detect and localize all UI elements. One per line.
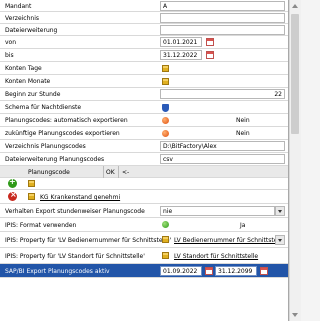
row-konten-monate: Konten Monate xyxy=(0,75,288,88)
cube-icon[interactable] xyxy=(28,193,35,200)
label-verhalten-export: Verhalten Export stundenweiser Planungsc… xyxy=(5,208,145,215)
label-verzeichnis: Verzeichnis xyxy=(5,15,40,22)
label-beginn-stunde: Beginn zur Stunde xyxy=(5,91,61,98)
row-konten-tage: Konten Tage xyxy=(0,62,288,75)
label-dateierweiterung-planungscodes: Dateierweiterung Planungscodes xyxy=(5,156,105,163)
shield-icon[interactable] xyxy=(162,104,169,112)
cube-icon[interactable] xyxy=(162,252,169,259)
add-icon[interactable] xyxy=(8,177,17,188)
row-dateierweiterung-planungscodes: Dateierweiterung Planungscodes csv xyxy=(0,153,288,166)
bis-date-input[interactable]: 31.12.2022 xyxy=(160,50,202,60)
label-bis: bis xyxy=(5,52,14,59)
ipis-bediener-link[interactable]: LV Bedienernummer für Schnittstelle xyxy=(174,237,284,244)
row-dateierweiterung: Dateierweiterung xyxy=(0,24,288,36)
row-mandant: Mandant A xyxy=(0,0,288,12)
label-verzeichnis-planungscodes: Verzeichnis Planungscodes xyxy=(5,143,86,150)
row-von: von 01.01.2021 xyxy=(0,36,288,49)
cube-icon[interactable] xyxy=(162,65,169,72)
row-verhalten-export: Verhalten Export stundenweiser Planungsc… xyxy=(0,204,288,218)
subgrid-add-row xyxy=(0,177,288,190)
row-sap-export[interactable]: SAP/BI Export Planungscodes aktiv 01.09.… xyxy=(0,264,288,278)
vertical-scrollbar[interactable] xyxy=(289,0,301,321)
ipis-standort-link[interactable]: LV Standort für Schnittstelle xyxy=(174,253,258,260)
label-konten-tage: Konten Tage xyxy=(5,65,42,72)
label-ipis-format: IPIS: Format verwenden xyxy=(5,222,77,229)
planungscode-link[interactable]: KG Krankenstand genehmi xyxy=(40,194,120,201)
cube-icon[interactable] xyxy=(28,180,35,187)
cube-icon[interactable] xyxy=(162,236,169,243)
row-planungscodes-auto: Planungscodes: automatisch exportieren N… xyxy=(0,114,288,127)
label-zukuenftige: zukünftige Planungscodes exportieren xyxy=(5,130,120,137)
col-planungscode[interactable]: Planungscode xyxy=(28,169,70,176)
sap-to-date-input[interactable]: 31.12.2099 xyxy=(215,266,257,276)
delete-icon[interactable] xyxy=(8,190,17,201)
col-arrow[interactable]: <- xyxy=(122,169,129,176)
von-date-input[interactable]: 01.01.2021 xyxy=(160,37,202,47)
sap-from-date-input[interactable]: 01.09.2022 xyxy=(160,266,202,276)
row-ipis-bediener: IPIS: Property für 'LV Bedienernummer fü… xyxy=(0,232,288,248)
row-verzeichnis: Verzeichnis xyxy=(0,12,288,24)
scroll-thumb[interactable] xyxy=(291,14,299,134)
label-ipis-standort: IPIS: Property für 'LV Standort für Schn… xyxy=(5,253,145,260)
row-bis: bis 31.12.2022 xyxy=(0,49,288,62)
label-ipis-bediener: IPIS: Property für 'LV Bedienernummer fü… xyxy=(5,237,172,244)
label-von: von xyxy=(5,39,17,46)
row-ipis-standort: IPIS: Property für 'LV Standort für Schn… xyxy=(0,248,288,264)
subgrid-entry-row: KG Krankenstand genehmi xyxy=(0,190,288,204)
calendar-icon[interactable] xyxy=(205,267,213,275)
label-mandant: Mandant xyxy=(5,3,32,10)
calendar-icon[interactable] xyxy=(260,267,268,275)
value-ipis-format: Ja xyxy=(240,222,246,229)
scroll-down-icon[interactable] xyxy=(292,313,298,317)
calendar-icon[interactable] xyxy=(206,38,214,46)
dateierweiterung-planungscodes-input[interactable]: csv xyxy=(160,154,285,164)
status-dot-icon[interactable] xyxy=(162,221,169,228)
column-divider xyxy=(103,166,104,178)
column-divider xyxy=(118,166,119,178)
properties-grid: Mandant A Verzeichnis Dateierweiterung v… xyxy=(0,0,289,321)
dateierweiterung-input[interactable] xyxy=(160,25,285,35)
cube-icon[interactable] xyxy=(162,78,169,85)
chevron-down-icon[interactable] xyxy=(275,206,285,216)
status-dot-icon[interactable] xyxy=(162,130,169,137)
verzeichnis-input[interactable] xyxy=(160,13,285,23)
grid-empty-area xyxy=(0,278,288,321)
chevron-down-icon[interactable] xyxy=(275,235,285,245)
label-planungscodes-auto: Planungscodes: automatisch exportieren xyxy=(5,117,128,124)
calendar-icon[interactable] xyxy=(206,51,214,59)
mandant-input[interactable]: A xyxy=(160,1,285,11)
scroll-up-icon[interactable] xyxy=(292,4,298,8)
beginn-stunde-input[interactable]: 22 xyxy=(160,89,285,99)
label-konten-monate: Konten Monate xyxy=(5,78,51,85)
row-schema-nachtdienste: Schema für Nachtdienste xyxy=(0,101,288,114)
label-dateierweiterung: Dateierweiterung xyxy=(5,27,58,34)
verhalten-export-select[interactable]: nie xyxy=(160,206,275,216)
value-zukuenftige: Nein xyxy=(236,130,250,137)
status-dot-icon[interactable] xyxy=(162,117,169,124)
subgrid-header: Planungscode OK <- xyxy=(0,166,288,178)
col-ok[interactable]: OK xyxy=(106,169,115,176)
row-beginn-stunde: Beginn zur Stunde 22 xyxy=(0,88,288,101)
row-zukuenftige: zukünftige Planungscodes exportieren Nei… xyxy=(0,127,288,140)
label-sap-export: SAP/BI Export Planungscodes aktiv xyxy=(5,268,110,275)
row-ipis-format: IPIS: Format verwenden Ja xyxy=(0,218,288,232)
row-verzeichnis-planungscodes: Verzeichnis Planungscodes D:\BitFactory\… xyxy=(0,140,288,153)
verzeichnis-planungscodes-input[interactable]: D:\BitFactory\Alex xyxy=(160,141,285,151)
value-planungscodes-auto: Nein xyxy=(236,117,250,124)
label-schema-nachtdienste: Schema für Nachtdienste xyxy=(5,104,82,111)
